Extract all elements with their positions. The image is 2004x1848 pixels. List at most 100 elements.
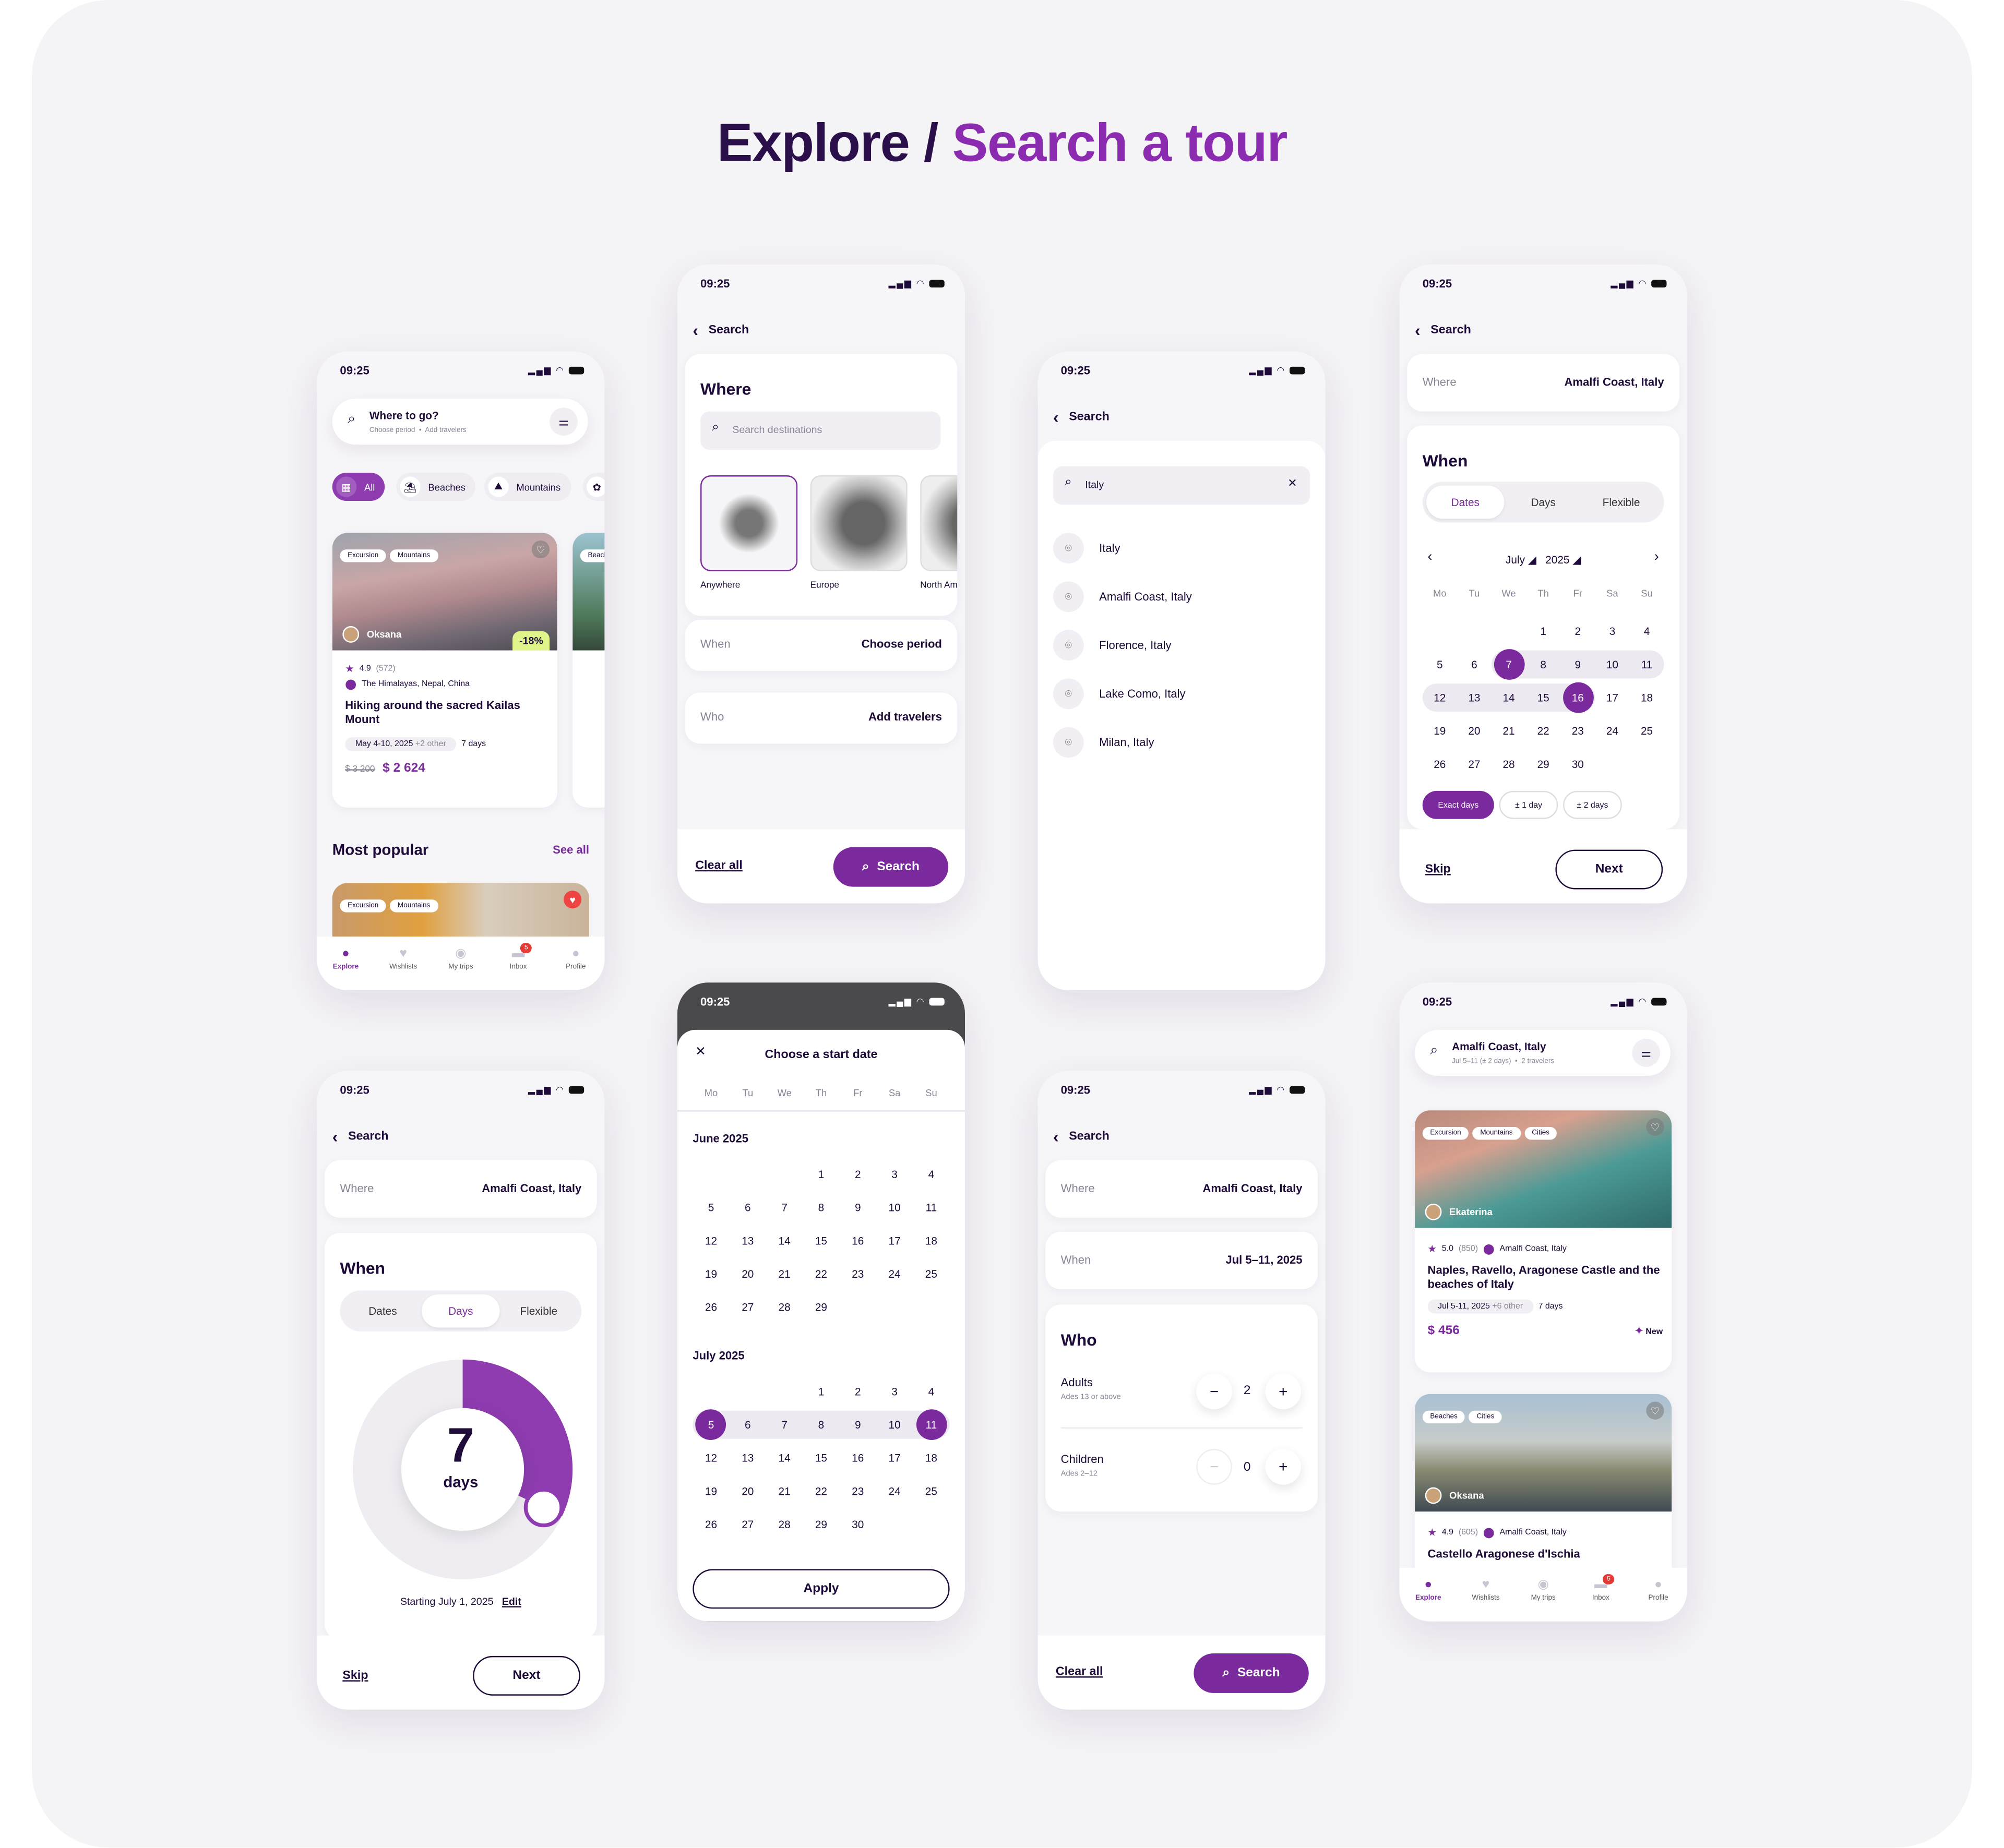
tab-profile[interactable]: ● Profile <box>547 947 604 990</box>
apply-button[interactable]: Apply <box>693 1569 950 1609</box>
tab-flexible[interactable]: Flexible <box>500 1294 578 1328</box>
calendar-day[interactable]: 13 <box>1457 683 1492 712</box>
edit-link[interactable]: Edit <box>502 1596 521 1607</box>
calendar-day[interactable]: 25 <box>913 1477 949 1505</box>
tour-card[interactable]: Excursion Mountains ♡ Oksana -18% ★ 4.9 (57… <box>332 533 557 808</box>
calendar-day[interactable]: 20 <box>730 1477 766 1505</box>
calendar-day[interactable]: 16 <box>840 1444 876 1472</box>
calendar-day[interactable]: 1 <box>803 1160 839 1189</box>
calendar-day[interactable]: 4 <box>913 1160 949 1189</box>
tab-wishlists[interactable]: ♥ Wishlists <box>375 947 432 990</box>
tab-my-trips[interactable]: ◉ My trips <box>1514 1578 1572 1622</box>
flex-chip[interactable]: ± 1 day <box>1499 790 1558 819</box>
calendar-day[interactable]: 23 <box>840 1260 876 1288</box>
calendar-day[interactable]: 1 <box>1526 617 1560 645</box>
next-button[interactable]: Next <box>473 1655 580 1696</box>
tab-profile[interactable]: ● Profile <box>1629 1578 1687 1622</box>
calendar-day[interactable]: 14 <box>766 1227 803 1255</box>
calendar-day[interactable]: 29 <box>1526 750 1560 778</box>
children-increment-button[interactable]: + <box>1265 1449 1302 1485</box>
calendar-day[interactable]: 13 <box>730 1227 766 1255</box>
calendar-day[interactable]: 9 <box>1560 650 1595 679</box>
clear-all-button[interactable]: Clear all <box>695 859 743 873</box>
adults-increment-button[interactable]: + <box>1265 1373 1302 1410</box>
calendar-day[interactable]: 27 <box>1457 750 1492 778</box>
calendar-day[interactable]: 14 <box>1491 683 1526 712</box>
flex-chip[interactable]: Exact days <box>1422 790 1494 819</box>
calendar-day[interactable]: 17 <box>1595 683 1629 712</box>
calendar-day[interactable]: 29 <box>803 1510 839 1539</box>
calendar-day[interactable]: 12 <box>693 1227 729 1255</box>
calendar-day[interactable]: 13 <box>730 1444 766 1472</box>
calendar-day[interactable]: 26 <box>693 1510 729 1539</box>
calendar-day[interactable]: 18 <box>913 1227 949 1255</box>
calendar-day[interactable]: 24 <box>1595 717 1629 745</box>
calendar-day[interactable]: 24 <box>876 1477 913 1505</box>
calendar-day[interactable]: 11 <box>913 1409 950 1441</box>
tab-explore[interactable]: ● Explore <box>317 947 374 990</box>
region-north-america[interactable]: North America <box>920 475 958 590</box>
search-bar[interactable]: ⌕ Amalfi Coast, Italy Jul 5–11 (± 2 days… <box>1415 1029 1671 1076</box>
calendar-day[interactable]: 21 <box>766 1260 803 1288</box>
calendar-day[interactable]: 15 <box>1526 683 1561 712</box>
calendar-day[interactable]: 15 <box>803 1444 839 1472</box>
calendar-day[interactable]: 29 <box>803 1293 839 1321</box>
tab-days[interactable]: Days <box>422 1294 500 1328</box>
flex-chip[interactable]: ± 2 days <box>1563 790 1622 819</box>
calendar-day[interactable]: 16 <box>840 1227 876 1255</box>
tab-wishlists[interactable]: ♥ Wishlists <box>1457 1578 1514 1622</box>
calendar-day[interactable]: 22 <box>1526 717 1560 745</box>
calendar-day[interactable]: 22 <box>803 1260 839 1288</box>
calendar-day[interactable]: 30 <box>1560 750 1595 778</box>
calendar-day[interactable]: 14 <box>766 1444 803 1472</box>
calendar-day[interactable]: 3 <box>876 1160 913 1189</box>
calendar-day[interactable]: 2 <box>840 1160 876 1189</box>
region-europe[interactable]: Europe <box>810 475 908 590</box>
calendar-day[interactable]: 23 <box>840 1477 876 1505</box>
calendar-day[interactable]: 25 <box>913 1260 949 1288</box>
calendar-day[interactable]: 4 <box>1629 617 1664 645</box>
destination-result[interactable]: ⌾ Lake Como, Italy <box>1053 678 1186 710</box>
calendar-day[interactable]: 16 <box>1560 682 1595 713</box>
back-button[interactable]: ‹ Search <box>1415 321 1471 340</box>
calendar-day[interactable]: 2 <box>1560 617 1595 645</box>
tour-card[interactable]: Beaches <box>572 533 605 808</box>
when-row[interactable]: When Choose period <box>685 619 958 671</box>
category-chip-mountains[interactable]: ⛰ Mountains <box>484 473 571 501</box>
category-chip-all[interactable]: ▦ All <box>332 473 385 501</box>
dial-handle[interactable] <box>523 1487 564 1528</box>
tour-card[interactable]: Beaches Cities ♡ Oksana ★ 4.9 (605) ⬤ Amalfi C… <box>1415 1394 1672 1586</box>
chevron-right-icon[interactable]: › <box>1654 549 1659 565</box>
tab-flexible[interactable]: Flexible <box>1582 486 1660 519</box>
calendar-day[interactable]: 10 <box>876 1410 913 1439</box>
calendar-day[interactable]: 6 <box>1457 651 1492 679</box>
calendar-day[interactable]: 28 <box>1492 750 1526 778</box>
calendar-day[interactable]: 20 <box>1457 717 1492 745</box>
filter-button[interactable]: ⚌ <box>1632 1039 1661 1067</box>
calendar-day[interactable]: 19 <box>693 1477 729 1505</box>
calendar-day[interactable]: 30 <box>840 1510 876 1539</box>
calendar-day[interactable]: 6 <box>729 1410 766 1439</box>
calendar-day[interactable]: 21 <box>766 1477 803 1505</box>
tab-dates[interactable]: Dates <box>344 1294 422 1328</box>
calendar-day[interactable]: 8 <box>803 1193 839 1221</box>
region-anywhere[interactable]: Anywhere <box>700 475 798 590</box>
category-chip-more[interactable]: ✿ <box>582 473 605 501</box>
calendar-day[interactable]: 15 <box>803 1227 839 1255</box>
skip-button[interactable]: Skip <box>1425 862 1451 877</box>
calendar-day[interactable]: 5 <box>693 1409 730 1441</box>
skip-button[interactable]: Skip <box>342 1669 368 1683</box>
calendar-day[interactable]: 28 <box>766 1293 803 1321</box>
where-row[interactable]: Where Amalfi Coast, Italy <box>1045 1160 1318 1218</box>
destination-result[interactable]: ⌾ Milan, Italy <box>1053 727 1154 758</box>
heart-icon[interactable]: ♡ <box>1646 1401 1664 1420</box>
next-button[interactable]: Next <box>1555 849 1663 890</box>
who-row[interactable]: Who Add travelers <box>685 692 958 744</box>
heart-icon[interactable]: ♡ <box>1646 1118 1664 1136</box>
filter-button[interactable]: ⚌ <box>550 407 578 436</box>
search-button[interactable]: ⌕ Search <box>833 847 949 887</box>
heart-icon[interactable]: ♡ <box>531 540 550 559</box>
where-row[interactable]: Where Amalfi Coast, Italy <box>1407 354 1679 412</box>
calendar-day[interactable]: 3 <box>1595 617 1629 645</box>
calendar-day[interactable]: 10 <box>876 1193 913 1221</box>
